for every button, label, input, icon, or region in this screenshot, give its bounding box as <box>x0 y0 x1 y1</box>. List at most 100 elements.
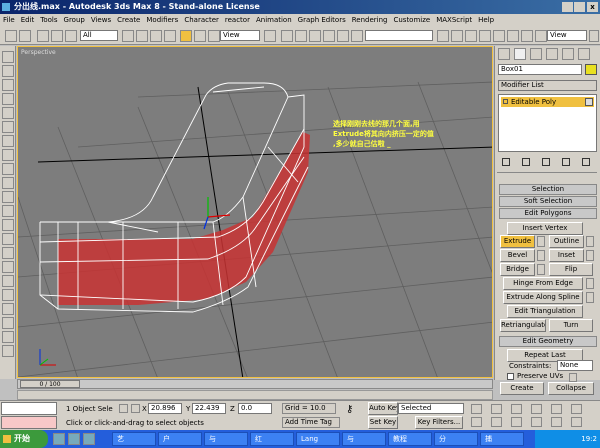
reactor-tool-12-icon[interactable] <box>2 205 14 217</box>
rollout-edit-polygons[interactable]: Edit Polygons <box>499 208 597 219</box>
select-icon[interactable] <box>122 30 134 42</box>
maxscript-mini[interactable] <box>1 416 57 429</box>
snap-icon[interactable] <box>295 30 307 42</box>
prev-frame-icon[interactable] <box>491 404 502 414</box>
close-button[interactable]: x <box>587 2 598 12</box>
retriangulate-button[interactable]: Retriangulate <box>500 319 546 332</box>
reactor-tool-11-icon[interactable] <box>2 191 14 203</box>
maximize-button[interactable] <box>574 2 585 12</box>
desktop-icon[interactable] <box>68 433 80 445</box>
ref-coord-dropdown[interactable]: View <box>220 30 260 41</box>
render-type-dropdown[interactable]: View <box>547 30 587 41</box>
extrude-along-spline-button[interactable]: Extrude Along Spline <box>503 291 583 304</box>
reactor-tool-13-icon[interactable] <box>2 219 14 231</box>
perspective-viewport[interactable]: Perspective 选择刚刚去线的那几个面,用 Extrude将其向内挤压一… <box>17 46 493 378</box>
task-item[interactable]: 与 <box>204 432 248 446</box>
mirror-icon[interactable] <box>437 30 449 42</box>
go-end-icon[interactable] <box>551 404 562 414</box>
extrude-settings-icon[interactable] <box>537 236 545 247</box>
menu-customize[interactable]: Customize <box>390 14 433 27</box>
z-coordinate-field[interactable]: 0.0 <box>238 403 272 414</box>
reactor-tool-10-icon[interactable] <box>2 177 14 189</box>
bevel-settings-icon[interactable] <box>537 250 545 261</box>
insert-vertex-button[interactable]: Insert Vertex <box>507 222 583 235</box>
bridge-settings-icon[interactable] <box>537 264 545 275</box>
display-tab-icon[interactable] <box>562 48 574 60</box>
schematic-icon[interactable] <box>493 30 505 42</box>
configure-sets-icon[interactable] <box>582 158 590 166</box>
start-button[interactable]: 开始 <box>0 430 48 448</box>
move-icon[interactable] <box>180 30 192 42</box>
outline-settings-icon[interactable] <box>586 236 594 247</box>
preserve-uvs-checkbox[interactable] <box>507 373 514 380</box>
auto-key-button[interactable]: Auto Key <box>368 402 398 415</box>
menu-rendering[interactable]: Rendering <box>349 14 391 27</box>
redo-icon[interactable] <box>19 30 31 42</box>
menu-character[interactable]: Character <box>181 14 222 27</box>
time-slider[interactable]: 0 / 100 <box>17 379 493 389</box>
reactor-tool-9-icon[interactable] <box>2 163 14 175</box>
next-frame-icon[interactable] <box>531 404 542 414</box>
current-frame-icon[interactable] <box>471 417 482 427</box>
task-item[interactable]: 与 <box>342 432 386 446</box>
key-filters-button[interactable]: Key Filters... <box>415 416 463 429</box>
collapse-button[interactable]: Collapse <box>548 382 594 395</box>
reactor-tool-19-icon[interactable] <box>2 303 14 315</box>
reactor-tool-4-icon[interactable] <box>2 93 14 105</box>
task-item[interactable]: Lang <box>296 432 340 446</box>
render-last-icon[interactable] <box>589 30 599 42</box>
make-unique-icon[interactable] <box>542 158 550 166</box>
constraints-dropdown[interactable]: None <box>557 360 593 371</box>
orbit-icon[interactable] <box>551 417 562 427</box>
autokey-selection-dropdown[interactable]: Selected <box>398 403 464 414</box>
select-by-name-icon[interactable] <box>136 30 148 42</box>
task-item[interactable]: 捕 <box>480 432 524 446</box>
layer-icon[interactable] <box>465 30 477 42</box>
extrude-button[interactable]: Extrude <box>500 235 535 248</box>
menu-create[interactable]: Create <box>114 14 143 27</box>
maxscript-listener[interactable] <box>1 402 57 415</box>
pan-icon[interactable] <box>531 417 542 427</box>
y-coordinate-field[interactable]: 22.439 <box>192 403 226 414</box>
menu-edit[interactable]: Edit <box>18 14 38 27</box>
reactor-tool-2-icon[interactable] <box>2 65 14 77</box>
play-icon[interactable] <box>511 404 522 414</box>
reactor-tool-15-icon[interactable] <box>2 247 14 259</box>
key-mode-icon[interactable] <box>571 404 582 414</box>
minimize-button[interactable] <box>562 2 573 12</box>
task-item[interactable]: 户 <box>158 432 202 446</box>
time-config-icon[interactable] <box>491 417 502 427</box>
object-name-field[interactable]: Box01 <box>498 64 582 75</box>
preserve-uvs-settings-icon[interactable] <box>569 373 577 382</box>
motion-tab-icon[interactable] <box>546 48 558 60</box>
pin-stack-icon[interactable] <box>502 158 510 166</box>
material-editor-icon[interactable] <box>507 30 519 42</box>
reactor-tool-20-icon[interactable] <box>2 317 14 329</box>
menu-maxscript[interactable]: MAXScript <box>433 14 475 27</box>
menu-file[interactable]: File <box>0 14 18 27</box>
rollout-soft-selection[interactable]: Soft Selection <box>499 196 597 207</box>
align-icon[interactable] <box>451 30 463 42</box>
curve-editor-icon[interactable] <box>479 30 491 42</box>
show-end-result-icon[interactable] <box>522 158 530 166</box>
menu-modifiers[interactable]: Modifiers <box>143 14 181 27</box>
hinge-settings-icon[interactable] <box>586 278 594 289</box>
go-start-icon[interactable] <box>471 404 482 414</box>
media-icon[interactable] <box>83 433 95 445</box>
lock-selection-icon[interactable] <box>119 404 128 413</box>
menu-group[interactable]: Group <box>61 14 88 27</box>
maximize-viewport-icon[interactable] <box>571 417 582 427</box>
reactor-tool-8-icon[interactable] <box>2 149 14 161</box>
reactor-tool-17-icon[interactable] <box>2 275 14 287</box>
set-key-button[interactable]: Set Key <box>368 416 398 429</box>
key-icon[interactable]: ⚷ <box>346 405 353 415</box>
reactor-tool-6-icon[interactable] <box>2 121 14 133</box>
hierarchy-tab-icon[interactable] <box>530 48 542 60</box>
rotate-icon[interactable] <box>194 30 206 42</box>
named-selection-set[interactable] <box>365 30 433 41</box>
reactor-tool-3-icon[interactable] <box>2 79 14 91</box>
modify-tab-icon[interactable] <box>514 48 526 60</box>
task-item[interactable]: 分 <box>434 432 478 446</box>
selection-filter-dropdown[interactable]: All <box>80 30 118 41</box>
menu-tools[interactable]: Tools <box>37 14 60 27</box>
